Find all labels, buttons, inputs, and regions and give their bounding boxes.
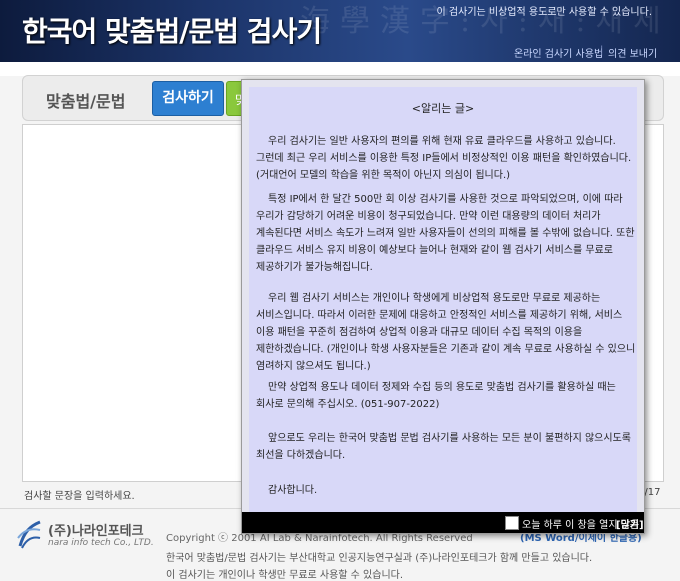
tool-label: 맞춤법/문법 [46, 92, 126, 111]
footer-usage-note: 이 검사기는 개인이나 학생만 무료로 사용할 수 있습니다. [166, 570, 404, 581]
link-separator: | [600, 45, 604, 56]
header-links: 온라인 검사기 사용법 | 의견 보내기 [0, 45, 680, 76]
feedback-link[interactable]: 의견 보내기 [608, 45, 657, 60]
popup-paragraph: 감사합니다. [268, 485, 318, 496]
footer-credit: 한국어 맞춤법/문법 검사기는 부산대학교 인공지능연구실과 (주)나라인포테크… [166, 553, 593, 564]
notice-popup-body: <알리는 글> 우리 검사기는 일반 사용자의 편의를 위해 현재 유료 클라우… [249, 87, 637, 512]
company-logo-icon [17, 520, 41, 549]
popup-footer-bar: 오늘 하루 이 창을 열지 않음 [닫기] [242, 512, 644, 533]
popup-paragraph: 앞으로도 우리는 한국어 맞춤법 문법 검사기를 사용하는 모든 분이 불편하지… [256, 433, 631, 461]
usage-guide-link[interactable]: 온라인 검사기 사용법 [514, 45, 603, 60]
company-name-korean: (주)나라인포테크 [48, 524, 144, 539]
popup-paragraph: 특정 IP에서 한 달간 500만 회 이상 검사기를 사용한 것으로 파악되었… [256, 194, 635, 273]
dont-show-today-checkbox[interactable] [505, 516, 519, 530]
notice-popup: <알리는 글> 우리 검사기는 일반 사용자의 편의를 위해 현재 유료 클라우… [241, 79, 645, 534]
check-button[interactable]: 검사하기 [152, 81, 224, 116]
popup-paragraph: 우리 웹 검사기 서비스는 개인이나 학생에게 비상업적 용도로만 무료로 제공… [256, 293, 636, 372]
header-notice: 이 검사기는 비상업적 용도로만 사용할 수 있습니다. [436, 7, 652, 18]
popup-close-button[interactable]: [닫기] [616, 516, 644, 531]
popup-paragraph: 만약 상업적 용도나 데이터 정제와 수집 등의 용도로 맞춤법 검사기를 활용… [256, 382, 616, 410]
input-hint: 검사할 문장을 입력하세요. [24, 491, 135, 502]
company-name-english: nara info tech Co., LTD. [48, 538, 154, 548]
popup-paragraph: 우리 검사기는 일반 사용자의 편의를 위해 현재 유료 클라우드를 사용하고 … [256, 136, 632, 181]
popup-title: <알리는 글> [411, 102, 475, 115]
site-title[interactable]: 한국어 맞춤법/문법 검사기 [22, 10, 322, 50]
